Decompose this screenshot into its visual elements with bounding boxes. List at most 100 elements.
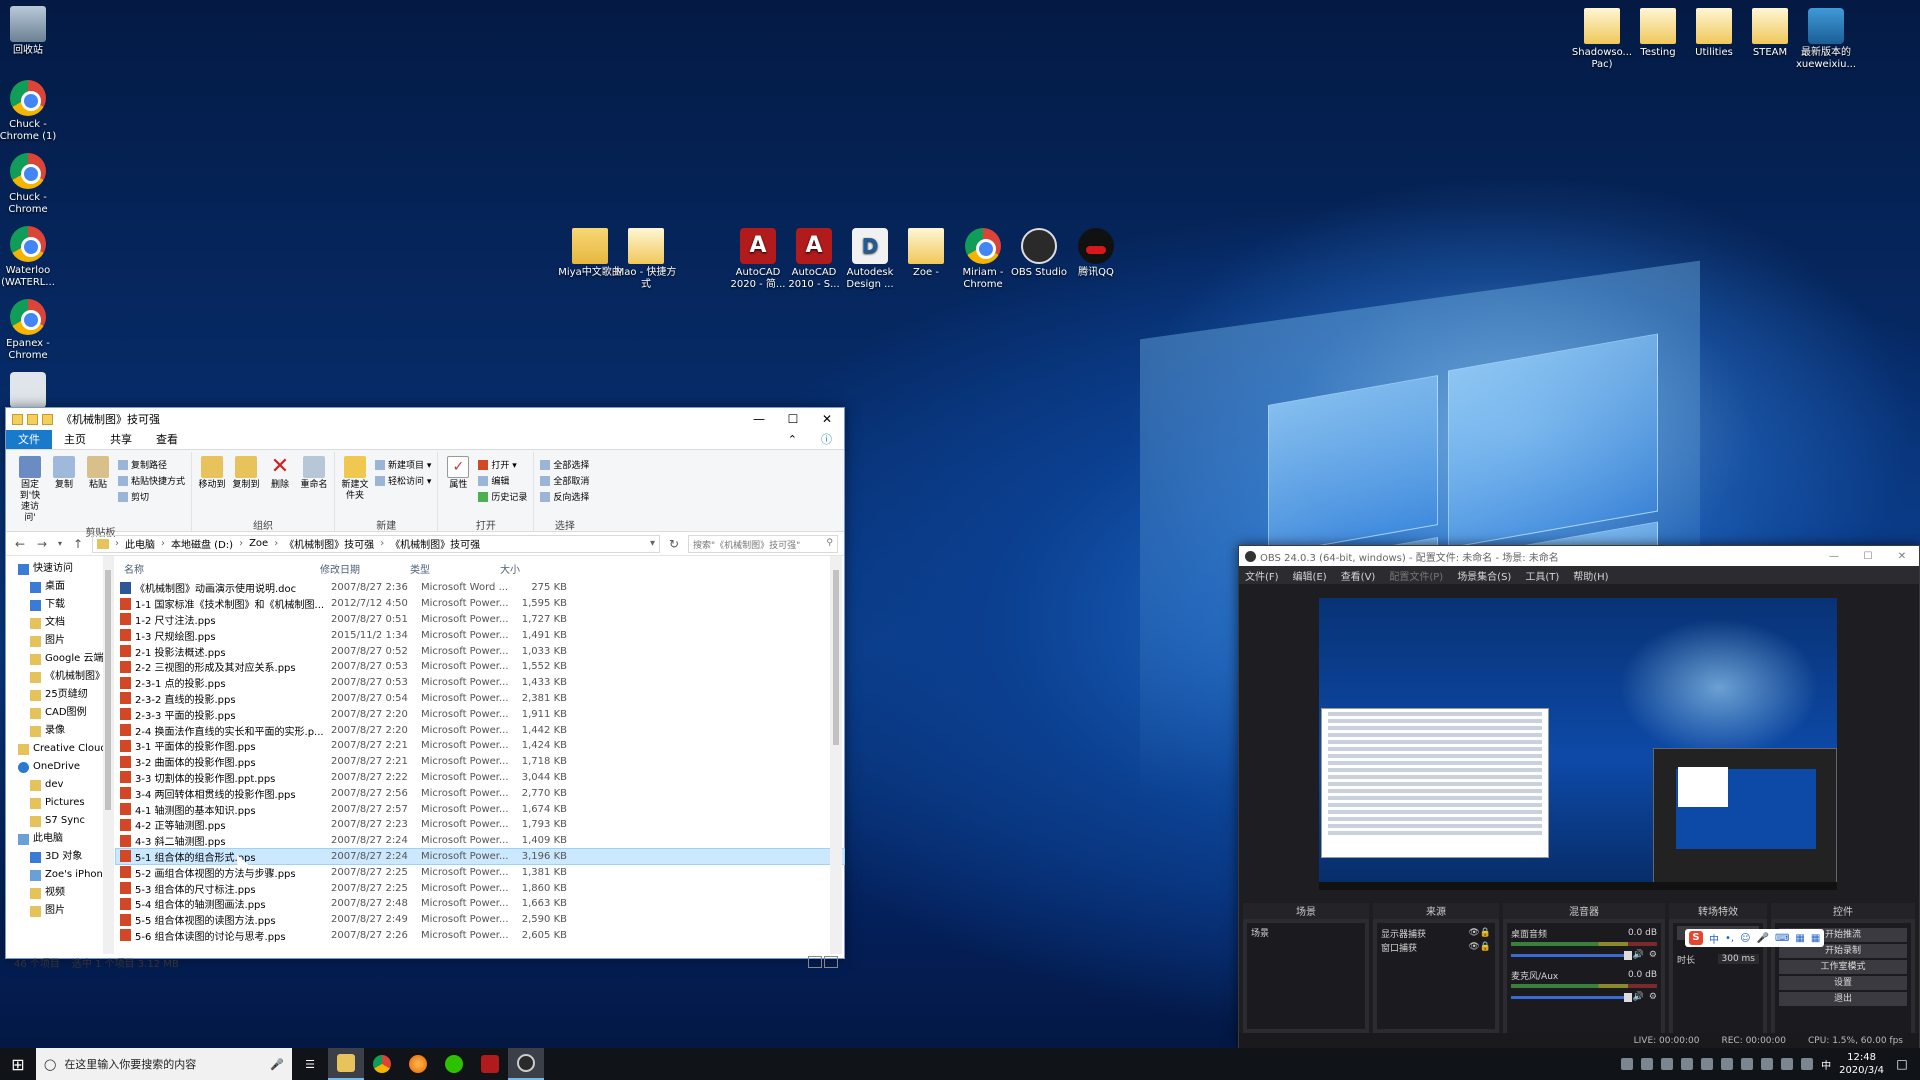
file-row[interactable]: 5-5 组合体视图的读图方法.pps 2007/8/27 2:49 Microsof… xyxy=(116,912,844,928)
tab-share[interactable]: 共享 xyxy=(98,430,144,449)
obs-menu-item[interactable]: 配置文件(P) xyxy=(1389,568,1443,583)
select-none-button[interactable]: 全部取消 xyxy=(540,474,589,487)
tray-icon[interactable] xyxy=(1621,1058,1634,1070)
file-explorer-window[interactable]: 《机械制图》技可强 — ☐ ✕ 文件 主页 共享 查看 ⌃ ⓘ 固定到'快速访问… xyxy=(5,407,845,970)
gear-icon[interactable]: ⚙ xyxy=(1649,950,1657,960)
search-input[interactable]: 搜索"《机械制图》技可强" ⚲ xyxy=(688,534,838,553)
desktop-shortcut[interactable]: 回收站 xyxy=(0,6,63,57)
tray-icon[interactable] xyxy=(1681,1058,1694,1070)
ime-emoji-icon[interactable]: ☺ xyxy=(1740,933,1750,944)
column-type[interactable]: 类型 xyxy=(410,561,500,576)
file-row[interactable]: 5-3 组合体的尺寸标注.pps 2007/8/27 2:25 Microsoft … xyxy=(116,880,844,896)
breadcrumb-drive[interactable]: 本地磁盘 (D:) xyxy=(171,536,233,551)
explorer-titlebar[interactable]: 《机械制图》技可强 — ☐ ✕ xyxy=(6,408,844,430)
obs-close-button[interactable]: ✕ xyxy=(1885,551,1919,562)
breadcrumb-folder-2[interactable]: 《机械制图》技可强 xyxy=(390,536,480,551)
invert-selection-button[interactable]: 反向选择 xyxy=(540,490,589,503)
speaker-icon[interactable]: 🔊 xyxy=(1633,950,1644,960)
file-row[interactable]: 5-4 组合体的轴测图画法.pps 2007/8/27 2:48 Microsoft… xyxy=(116,896,844,912)
nav-item[interactable]: 视频 xyxy=(6,884,113,902)
recent-chevron-icon[interactable]: ▾ xyxy=(56,539,64,548)
up-arrow-icon[interactable]: ↑ xyxy=(70,537,86,551)
tray-icon[interactable] xyxy=(1721,1058,1734,1070)
nav-item[interactable]: 文档 xyxy=(6,614,113,632)
nav-item[interactable]: 此电脑 xyxy=(6,830,113,848)
file-row[interactable]: 2-3-3 平面的投影.pps 2007/8/27 2:20 Microsoft P… xyxy=(116,706,844,722)
ime-tools-icon[interactable]: ▦ xyxy=(1811,933,1820,944)
column-size[interactable]: 大小 xyxy=(500,561,556,576)
cut-button[interactable]: 剪切 xyxy=(118,490,185,503)
history-button[interactable]: 历史记录 xyxy=(478,490,527,503)
quick-access-toolbar[interactable] xyxy=(12,413,53,425)
nav-item[interactable]: Creative Cloud F xyxy=(6,740,113,758)
nav-item[interactable]: 快速访问 xyxy=(6,560,113,578)
tray-icon[interactable] xyxy=(1741,1058,1754,1070)
nav-item[interactable]: 图片 xyxy=(6,902,113,920)
tray-icon[interactable] xyxy=(1641,1058,1654,1070)
copy-path-button[interactable]: 复制路径 xyxy=(118,458,185,471)
nav-item[interactable]: Pictures xyxy=(6,794,113,812)
taskbar-obs[interactable] xyxy=(508,1048,544,1080)
breadcrumb-this-pc[interactable]: 此电脑 xyxy=(125,536,155,551)
open-button[interactable]: 打开 ▾ xyxy=(478,458,527,471)
minimize-button[interactable]: — xyxy=(742,408,776,430)
obs-maximize-button[interactable]: ☐ xyxy=(1851,551,1885,562)
obs-window[interactable]: OBS 24.0.3 (64-bit, windows) - 配置文件: 未命名… xyxy=(1238,545,1920,1051)
file-row[interactable]: 3-3 切割体的投影作图.ppt.pps 2007/8/27 2:22 Micros… xyxy=(116,770,844,786)
taskbar-explorer[interactable] xyxy=(328,1048,364,1080)
taskbar-autocad[interactable] xyxy=(472,1048,508,1080)
pin-quick-access-button[interactable]: 固定到'快速访问' xyxy=(16,456,44,524)
desktop-shortcut[interactable]: Epanex - Chrome xyxy=(0,299,63,362)
source-item[interactable]: 窗口捕获 👁🔒 xyxy=(1381,940,1491,954)
taskbar-wechat[interactable] xyxy=(436,1048,472,1080)
refresh-icon[interactable]: ↻ xyxy=(666,537,682,551)
file-row[interactable]: 5-6 组合体读图的讨论与思考.pps 2007/8/27 2:26 Microso… xyxy=(116,928,844,944)
settings-button[interactable]: 设置 xyxy=(1779,976,1907,990)
copy-button[interactable]: 复制 xyxy=(50,456,78,491)
file-list-scrollbar[interactable] xyxy=(830,556,842,954)
tray-icon[interactable] xyxy=(1661,1058,1674,1070)
file-row[interactable]: 1-1 国家标准《技术制图》和《机械制图... 2012/7/12 4:50 Mic… xyxy=(116,596,844,612)
forward-arrow-icon[interactable]: → xyxy=(34,537,50,551)
collapse-ribbon-icon[interactable]: ⌃ xyxy=(776,430,809,449)
gear-icon[interactable]: ⚙ xyxy=(1649,992,1657,1002)
nav-item[interactable]: 《机械制图》技 xyxy=(6,668,113,686)
rename-button[interactable]: 重命名 xyxy=(300,456,328,491)
desktop-shortcut[interactable]: Waterloo (WATERL... xyxy=(0,226,63,289)
task-view-button[interactable]: ☰ xyxy=(292,1048,328,1080)
details-view-icon[interactable] xyxy=(808,956,822,968)
new-item-button[interactable]: 新建项目 ▾ xyxy=(375,458,431,471)
nav-item[interactable]: dev xyxy=(6,776,113,794)
volume-slider[interactable] xyxy=(1511,992,1632,1002)
properties-button[interactable]: ✓ 属性 xyxy=(444,456,472,491)
speaker-icon[interactable]: 🔊 xyxy=(1633,992,1644,1002)
breadcrumb-zoe[interactable]: Zoe xyxy=(249,538,268,549)
desktop-shortcut[interactable]: Chuck - Chrome (1) xyxy=(0,80,63,143)
nav-item[interactable]: Zoe's iPhone xyxy=(6,866,113,884)
taskbar-chrome[interactable] xyxy=(364,1048,400,1080)
help-icon[interactable]: ⓘ xyxy=(809,430,844,449)
maximize-button[interactable]: ☐ xyxy=(776,408,810,430)
file-row[interactable]: 5-2 画组合体视图的方法与步骤.pps 2007/8/27 2:25 Micros… xyxy=(116,864,844,880)
file-row[interactable]: 《机械制图》动画演示使用说明.doc 2007/8/27 2:36 Microsof… xyxy=(116,580,844,596)
tab-home[interactable]: 主页 xyxy=(52,430,98,449)
new-folder-button[interactable]: 新建文件夹 xyxy=(341,456,369,502)
address-dropdown-icon[interactable]: ▾ xyxy=(650,538,655,549)
desktop-shortcut[interactable]: Chuck - Chrome xyxy=(0,153,63,216)
sogou-icon[interactable]: S xyxy=(1689,931,1703,945)
ime-mic-icon[interactable]: 🎤 xyxy=(1757,933,1769,944)
file-row[interactable]: 1-3 尺规绘图.pps 2015/11/2 1:34 Microsoft Powe… xyxy=(116,627,844,643)
input-language-icon[interactable]: 中 xyxy=(1821,1057,1831,1072)
tray-icon[interactable] xyxy=(1761,1058,1774,1070)
move-to-button[interactable]: 移动到 xyxy=(198,456,226,491)
studio-mode-button[interactable]: 工作室模式 xyxy=(1779,960,1907,974)
nav-item[interactable]: OneDrive xyxy=(6,758,113,776)
system-clock[interactable]: 12:48 2020/3/4 xyxy=(1839,1051,1884,1077)
nav-item[interactable]: Google 云端 xyxy=(6,650,113,668)
file-row[interactable]: 4-1 轴测图的基本知识.pps 2007/8/27 2:57 Microsoft … xyxy=(116,801,844,817)
desktop-shortcut[interactable]: 最新版本的xueweixiu... xyxy=(1791,8,1861,71)
file-row[interactable]: 2-2 三视图的形成及其对应关系.pps 2007/8/27 0:53 Micros… xyxy=(116,659,844,675)
column-modified[interactable]: 修改日期 xyxy=(320,561,410,576)
delete-button[interactable]: ✕ 删除 xyxy=(266,456,294,491)
desktop-shortcut[interactable] xyxy=(0,372,63,411)
